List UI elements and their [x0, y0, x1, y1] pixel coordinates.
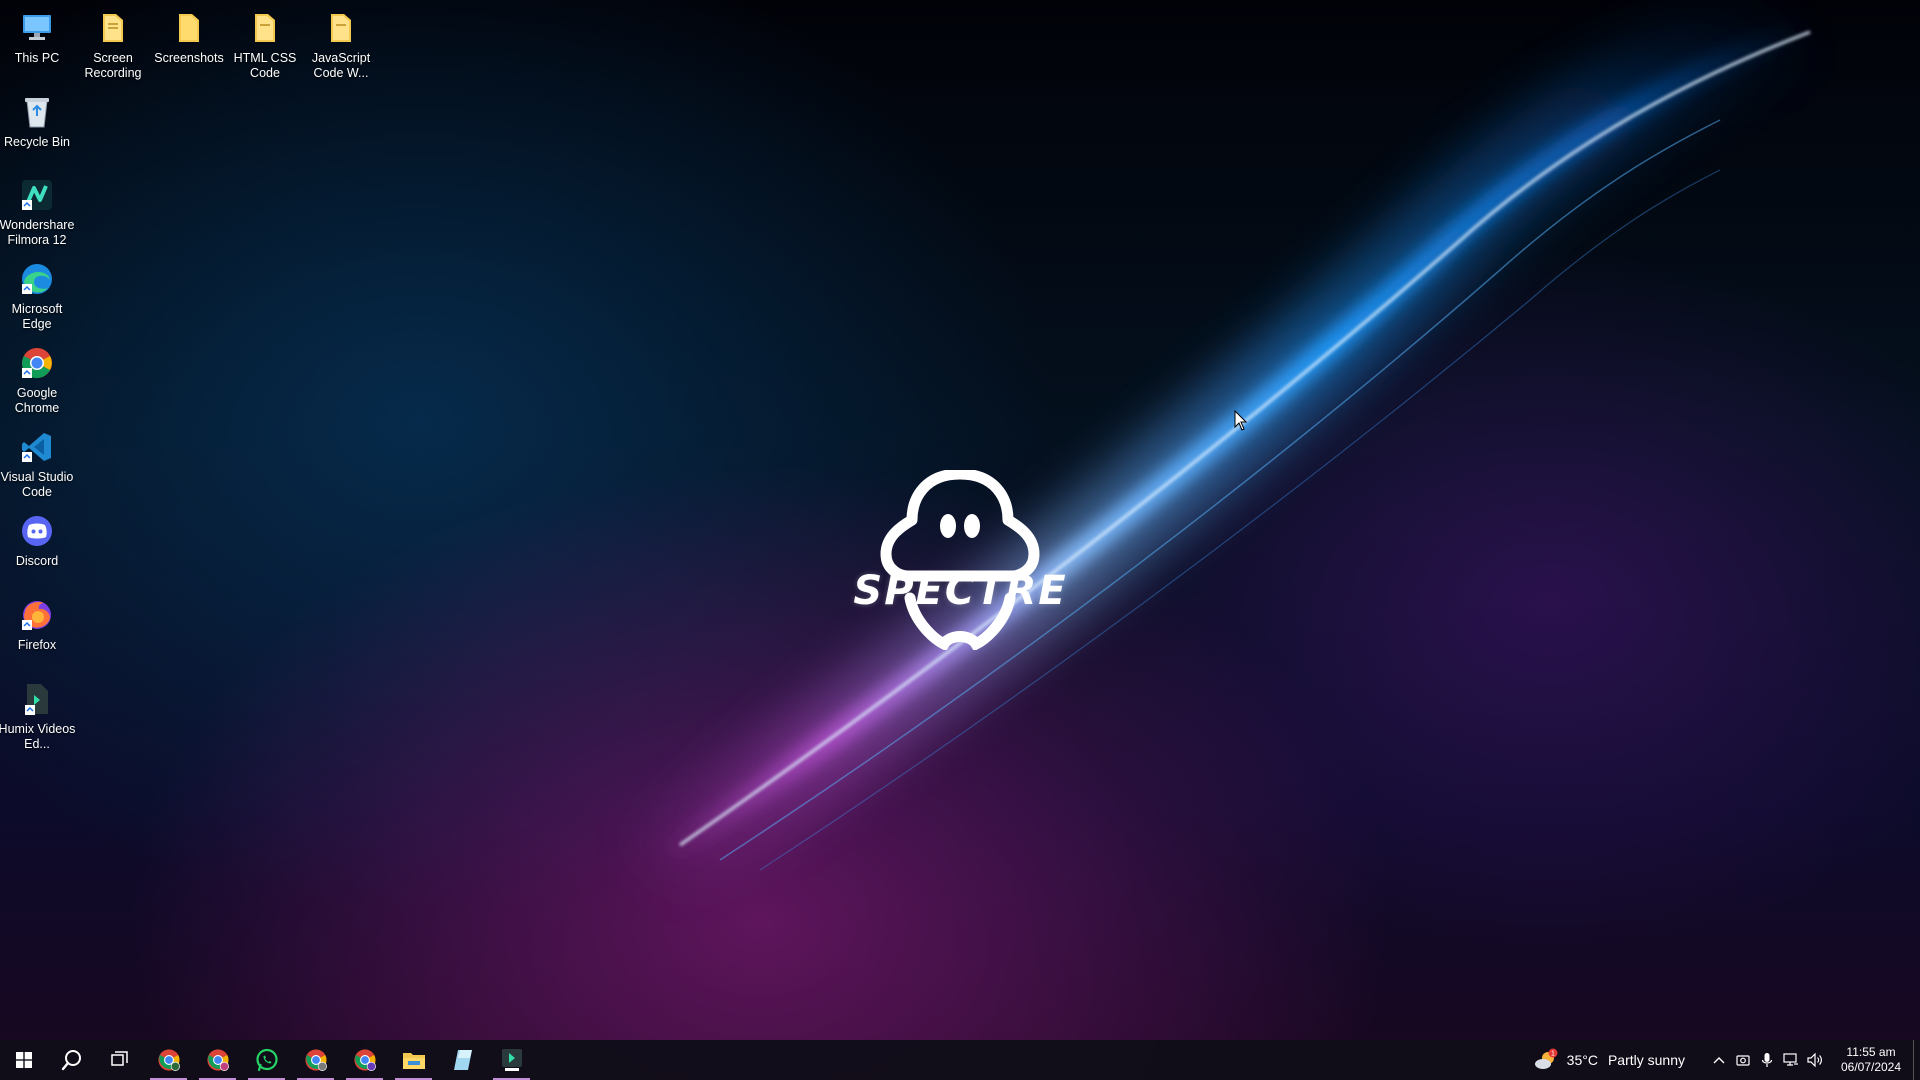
whatsapp-icon: [255, 1048, 278, 1072]
desktop-icon-firefox[interactable]: Firefox: [0, 595, 76, 653]
desktop-icon-label: Microsoft Edge: [11, 302, 63, 331]
spectre-logo-text: SPECTRE: [853, 568, 1068, 614]
desktop-icon-discord[interactable]: Discord: [0, 511, 76, 569]
desktop-icon-label: Firefox: [17, 638, 57, 652]
recycle-bin-icon: [17, 92, 57, 132]
chrome-icon: [157, 1049, 180, 1071]
notepad-icon: [453, 1050, 472, 1070]
folder-icon: [93, 8, 133, 48]
folder-icon: [402, 1053, 425, 1069]
desktop-icon-label: Visual Studio Code: [0, 470, 74, 499]
taskbar-app-chrome-4[interactable]: [340, 1040, 389, 1080]
humix-icon: [501, 1049, 522, 1071]
show-hidden-icons-button[interactable]: [1707, 1040, 1731, 1080]
speaker-icon: [1807, 1053, 1822, 1067]
spectre-ghost-logo: [880, 470, 1040, 650]
weather-badge-count: 1: [1551, 1051, 1555, 1058]
windows-logo-icon: [16, 1052, 32, 1068]
search-icon: [61, 1050, 81, 1071]
chrome-icon: [206, 1049, 229, 1071]
filmora-icon: [17, 175, 57, 215]
show-desktop-button[interactable]: [1913, 1040, 1920, 1080]
desktop-icon-javascript-code[interactable]: JavaScript Code W...: [302, 8, 380, 81]
clock-date: 06/07/2024: [1840, 1060, 1902, 1074]
desktop-icon-recycle-bin[interactable]: Recycle Bin: [0, 92, 76, 150]
taskbar-app-notepad[interactable]: [438, 1040, 487, 1080]
chrome-icon: [17, 343, 57, 383]
partly-sunny-icon: 1: [1534, 1048, 1558, 1069]
desktop-icon-chrome[interactable]: Google Chrome: [0, 343, 76, 416]
camera-icon: [1736, 1055, 1750, 1066]
desktop-icon-label: Humix Videos Ed...: [0, 722, 76, 751]
taskbar: 1 35°C Partly sunny 11:55 am 06/07/2024: [0, 1040, 1920, 1080]
desktop-icon-label: Wondershare Filmora 12: [0, 218, 75, 247]
taskbar-clock[interactable]: 11:55 am 06/07/2024: [1833, 1045, 1909, 1075]
discord-icon: [17, 511, 57, 551]
task-view-icon: [111, 1051, 128, 1066]
microphone-icon: [1761, 1053, 1773, 1067]
desktop-icon-label: Screen Recording: [84, 51, 142, 80]
desktop-icon-label: Discord: [15, 554, 59, 568]
computer-icon: [17, 8, 57, 48]
start-button[interactable]: [0, 1040, 48, 1080]
taskbar-app-chrome-2[interactable]: [193, 1040, 242, 1080]
desktop-icon-vscode[interactable]: Visual Studio Code: [0, 427, 76, 500]
taskbar-app-chrome-1[interactable]: [144, 1040, 193, 1080]
desktop-icon-label: JavaScript Code W...: [311, 51, 371, 80]
humix-icon: [17, 679, 57, 719]
desktop-icon-label: HTML CSS Code: [233, 51, 297, 80]
system-tray: 1 35°C Partly sunny 11:55 am 06/07/2024: [1533, 1040, 1920, 1080]
desktop-icon-screen-recording[interactable]: Screen Recording: [74, 8, 152, 81]
weather-widget[interactable]: 1 35°C Partly sunny: [1533, 1048, 1685, 1072]
mouse-cursor-icon: [1234, 410, 1248, 431]
desktop-icon-label: This PC: [14, 51, 60, 65]
desktop-icon-screenshots[interactable]: Screenshots: [150, 8, 228, 66]
chrome-icon: [304, 1049, 327, 1071]
folder-icon: [321, 8, 361, 48]
desktop-icon-edge[interactable]: Microsoft Edge: [0, 259, 76, 332]
desktop-icon-this-pc[interactable]: This PC: [0, 8, 76, 66]
taskbar-app-humix[interactable]: [487, 1040, 536, 1080]
desktop-icon-label: Screenshots: [154, 51, 224, 65]
tray-microphone[interactable]: [1755, 1040, 1779, 1080]
weather-temperature: 35°C: [1566, 1052, 1598, 1068]
desktop-icon-label: Google Chrome: [14, 386, 60, 415]
vscode-icon: [17, 427, 57, 467]
desktop-icon-humix[interactable]: Humix Videos Ed...: [0, 679, 76, 752]
taskbar-app-chrome-3[interactable]: [291, 1040, 340, 1080]
folder-icon: [169, 8, 209, 48]
firefox-icon: [17, 595, 57, 635]
task-view-button[interactable]: [96, 1040, 144, 1080]
network-icon: [1783, 1053, 1798, 1066]
desktop-icon-filmora[interactable]: Wondershare Filmora 12: [0, 175, 76, 248]
chrome-icon: [353, 1049, 376, 1071]
tray-network[interactable]: [1779, 1040, 1803, 1080]
chevron-up-icon: [1713, 1057, 1725, 1064]
folder-icon: [245, 8, 285, 48]
tray-camera[interactable]: [1731, 1040, 1755, 1080]
desktop-icon-label: Recycle Bin: [4, 135, 70, 149]
edge-icon: [17, 259, 57, 299]
search-button[interactable]: [48, 1040, 96, 1080]
desktop[interactable]: This PC Screen Recording Screenshots HTM…: [0, 0, 1920, 1080]
weather-condition: Partly sunny: [1607, 1052, 1685, 1068]
taskbar-app-file-explorer[interactable]: [389, 1040, 438, 1080]
taskbar-app-whatsapp[interactable]: [242, 1040, 291, 1080]
desktop-icon-html-css-code[interactable]: HTML CSS Code: [226, 8, 304, 81]
clock-time: 11:55 am: [1846, 1045, 1896, 1059]
tray-volume[interactable]: [1803, 1040, 1827, 1080]
